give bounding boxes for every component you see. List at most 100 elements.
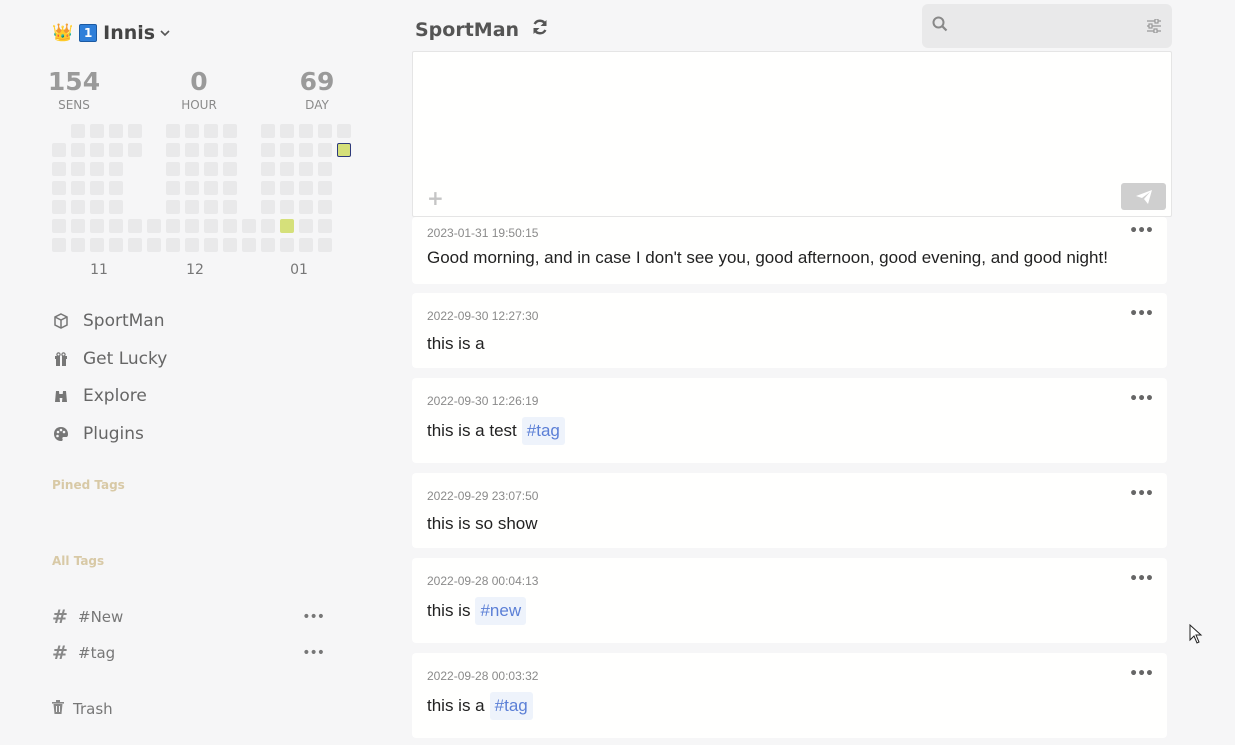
heatmap-cell[interactable] bbox=[71, 162, 85, 176]
heatmap-cell[interactable] bbox=[109, 219, 123, 233]
heatmap-cell[interactable] bbox=[223, 181, 237, 195]
heatmap-cell[interactable] bbox=[204, 143, 218, 157]
more-icon[interactable]: ••• bbox=[1129, 571, 1154, 587]
heatmap-cell[interactable] bbox=[280, 124, 294, 138]
heatmap-cell[interactable] bbox=[242, 219, 256, 233]
refresh-icon[interactable] bbox=[531, 18, 549, 41]
more-icon[interactable]: ••• bbox=[302, 645, 325, 661]
heatmap-cell[interactable] bbox=[185, 162, 199, 176]
memo-textarea[interactable] bbox=[423, 60, 1158, 175]
heatmap-cell[interactable] bbox=[223, 238, 237, 252]
heatmap-cell[interactable] bbox=[71, 143, 85, 157]
heatmap-cell[interactable] bbox=[185, 181, 199, 195]
user-menu[interactable]: 👑 1 Innis bbox=[52, 22, 170, 44]
memo-tag[interactable]: #tag bbox=[521, 417, 565, 445]
heatmap-cell[interactable] bbox=[280, 219, 294, 233]
more-icon[interactable]: ••• bbox=[1129, 223, 1154, 239]
heatmap-cell[interactable] bbox=[204, 181, 218, 195]
heatmap-cell[interactable] bbox=[261, 200, 275, 214]
heatmap-cell[interactable] bbox=[52, 181, 66, 195]
heatmap-cell[interactable] bbox=[90, 162, 104, 176]
heatmap-cell[interactable] bbox=[318, 219, 332, 233]
heatmap-cell[interactable] bbox=[109, 124, 123, 138]
heatmap-cell[interactable] bbox=[166, 162, 180, 176]
heatmap-cell[interactable] bbox=[280, 200, 294, 214]
heatmap-cell[interactable] bbox=[185, 238, 199, 252]
heatmap-cell[interactable] bbox=[337, 124, 351, 138]
heatmap-cell[interactable] bbox=[90, 219, 104, 233]
heatmap-cell[interactable] bbox=[109, 143, 123, 157]
heatmap-cell[interactable] bbox=[299, 124, 313, 138]
heatmap-cell[interactable] bbox=[204, 162, 218, 176]
heatmap-cell[interactable] bbox=[52, 238, 66, 252]
heatmap-cell[interactable] bbox=[71, 181, 85, 195]
heatmap-cell[interactable] bbox=[261, 124, 275, 138]
heatmap-cell[interactable] bbox=[280, 238, 294, 252]
heatmap-cell[interactable] bbox=[166, 124, 180, 138]
heatmap-cell[interactable] bbox=[261, 162, 275, 176]
heatmap-cell[interactable] bbox=[337, 143, 351, 157]
heatmap-cell[interactable] bbox=[299, 162, 313, 176]
heatmap-cell[interactable] bbox=[166, 238, 180, 252]
heatmap-cell[interactable] bbox=[90, 124, 104, 138]
heatmap-cell[interactable] bbox=[166, 219, 180, 233]
tag-item[interactable]: # #New ••• bbox=[52, 606, 325, 628]
heatmap-cell[interactable] bbox=[185, 219, 199, 233]
heatmap-cell[interactable] bbox=[166, 143, 180, 157]
heatmap-cell[interactable] bbox=[223, 200, 237, 214]
heatmap-cell[interactable] bbox=[52, 219, 66, 233]
nav-item-get-lucky[interactable]: Get Lucky bbox=[52, 349, 167, 369]
heatmap-cell[interactable] bbox=[52, 162, 66, 176]
heatmap-cell[interactable] bbox=[109, 200, 123, 214]
heatmap-cell[interactable] bbox=[90, 143, 104, 157]
heatmap-cell[interactable] bbox=[318, 200, 332, 214]
heatmap-cell[interactable] bbox=[299, 219, 313, 233]
heatmap-cell[interactable] bbox=[318, 124, 332, 138]
nav-item-explore[interactable]: Explore bbox=[52, 386, 147, 406]
heatmap-cell[interactable] bbox=[223, 219, 237, 233]
heatmap-cell[interactable] bbox=[52, 143, 66, 157]
search-input[interactable] bbox=[956, 14, 1136, 38]
trash-link[interactable]: Trash bbox=[52, 700, 113, 718]
send-button[interactable] bbox=[1121, 183, 1166, 210]
heatmap-cell[interactable] bbox=[261, 219, 275, 233]
heatmap-cell[interactable] bbox=[185, 124, 199, 138]
heatmap-cell[interactable] bbox=[204, 219, 218, 233]
heatmap-cell[interactable] bbox=[299, 238, 313, 252]
heatmap-cell[interactable] bbox=[204, 238, 218, 252]
heatmap-cell[interactable] bbox=[299, 181, 313, 195]
heatmap-cell[interactable] bbox=[90, 238, 104, 252]
heatmap-cell[interactable] bbox=[109, 238, 123, 252]
heatmap-cell[interactable] bbox=[109, 181, 123, 195]
heatmap-cell[interactable] bbox=[318, 143, 332, 157]
tag-item[interactable]: # #tag ••• bbox=[52, 642, 325, 664]
heatmap-cell[interactable] bbox=[299, 143, 313, 157]
heatmap-cell[interactable] bbox=[223, 162, 237, 176]
more-icon[interactable]: ••• bbox=[1129, 306, 1154, 322]
heatmap-cell[interactable] bbox=[318, 181, 332, 195]
more-icon[interactable]: ••• bbox=[1129, 666, 1154, 682]
heatmap-cell[interactable] bbox=[185, 143, 199, 157]
heatmap-cell[interactable] bbox=[128, 238, 142, 252]
heatmap-cell[interactable] bbox=[261, 238, 275, 252]
heatmap-cell[interactable] bbox=[261, 181, 275, 195]
heatmap-cell[interactable] bbox=[204, 124, 218, 138]
heatmap-cell[interactable] bbox=[128, 124, 142, 138]
heatmap-cell[interactable] bbox=[280, 143, 294, 157]
heatmap-cell[interactable] bbox=[71, 238, 85, 252]
heatmap-cell[interactable] bbox=[185, 200, 199, 214]
heatmap-cell[interactable] bbox=[128, 143, 142, 157]
heatmap-cell[interactable] bbox=[166, 181, 180, 195]
more-icon[interactable]: ••• bbox=[1129, 391, 1154, 407]
heatmap-cell[interactable] bbox=[242, 238, 256, 252]
heatmap-cell[interactable] bbox=[71, 219, 85, 233]
heatmap-cell[interactable] bbox=[71, 124, 85, 138]
more-icon[interactable]: ••• bbox=[302, 609, 325, 625]
heatmap-cell[interactable] bbox=[223, 124, 237, 138]
memo-tag[interactable]: #tag bbox=[489, 692, 533, 720]
heatmap-cell[interactable] bbox=[204, 200, 218, 214]
heatmap-cell[interactable] bbox=[280, 181, 294, 195]
heatmap-cell[interactable] bbox=[261, 143, 275, 157]
heatmap-cell[interactable] bbox=[280, 162, 294, 176]
nav-item-plugins[interactable]: Plugins bbox=[52, 424, 144, 444]
